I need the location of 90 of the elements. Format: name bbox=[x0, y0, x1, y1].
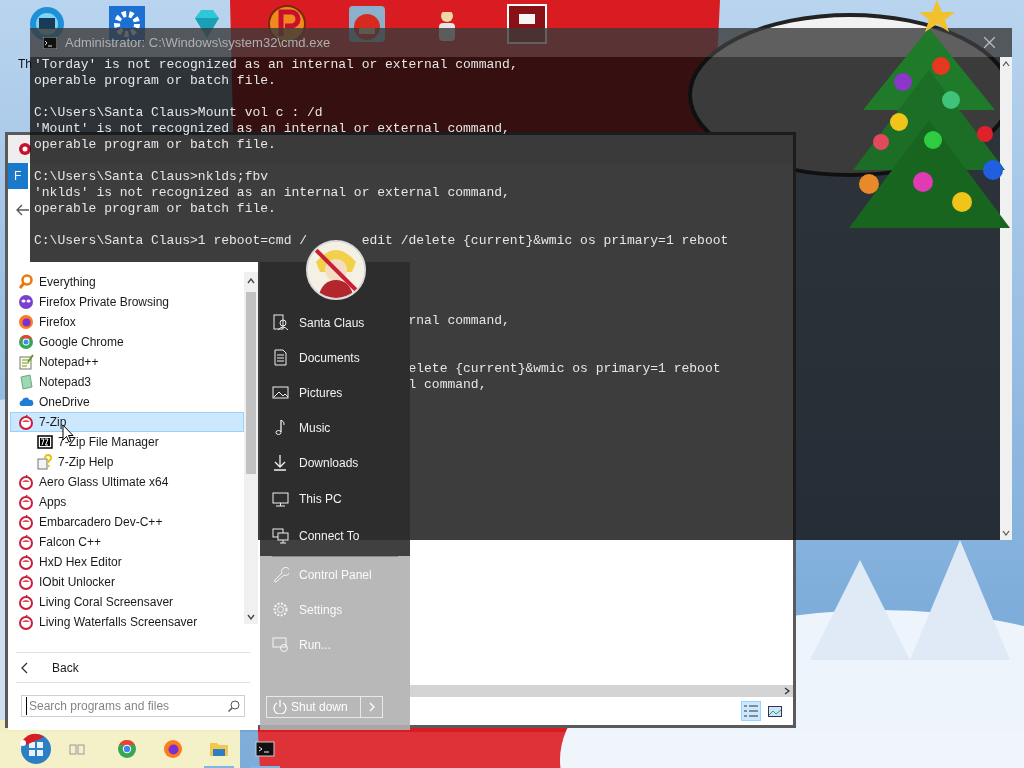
apple-icon bbox=[18, 594, 34, 610]
program-item[interactable]: Everything bbox=[10, 272, 244, 292]
console-icon bbox=[43, 36, 57, 49]
monitor-icon bbox=[272, 490, 289, 508]
apple-icon bbox=[18, 514, 34, 530]
program-item[interactable]: Firefox bbox=[10, 312, 244, 332]
chevron-left-icon bbox=[20, 661, 28, 674]
program-item[interactable]: Falcon C++ bbox=[10, 532, 244, 552]
apple-icon bbox=[18, 574, 34, 590]
firefox-icon bbox=[18, 314, 34, 330]
console-line: C:\Users\Santa Claus>Mount vol c : /d bbox=[34, 105, 323, 121]
user-icon bbox=[272, 314, 289, 331]
apple-icon bbox=[18, 534, 34, 550]
start-menu-item[interactable]: Connect To bbox=[260, 518, 410, 553]
large-icons-view-icon bbox=[768, 705, 782, 717]
program-item[interactable]: Embarcadero Dev-C++ bbox=[10, 512, 244, 532]
notepad-icon bbox=[18, 354, 34, 370]
file-tab[interactable]: F bbox=[8, 163, 28, 189]
scroll-up-icon[interactable] bbox=[1002, 61, 1010, 67]
scrollbar-thumb[interactable] bbox=[246, 292, 256, 474]
program-item[interactable]: Living Waterfalls Screensaver bbox=[10, 612, 244, 632]
search-icon bbox=[228, 700, 240, 712]
scroll-up-icon[interactable] bbox=[247, 278, 255, 284]
console-line: 'Mount' is not recognized as an internal or external command, bbox=[34, 121, 510, 137]
back-arrow-icon[interactable] bbox=[16, 204, 30, 216]
console-line: 'nklds' is not recognized as an internal or external command, bbox=[34, 185, 510, 201]
apple-icon bbox=[18, 614, 34, 630]
program-item[interactable]: Firefox Private Browsing bbox=[10, 292, 244, 312]
start-menu-item[interactable]: Music bbox=[260, 410, 410, 445]
mask-icon bbox=[18, 294, 34, 310]
vertical-scrollbar[interactable] bbox=[244, 272, 258, 624]
search-field[interactable]: Search programs and files bbox=[21, 695, 245, 717]
run-icon bbox=[272, 636, 289, 653]
chrome-icon bbox=[117, 739, 137, 759]
console-line: elete {current}&wmic os primary=1 reboot bbox=[408, 361, 721, 377]
program-item[interactable]: 7-Zip Help bbox=[10, 452, 244, 472]
wrench-icon bbox=[272, 566, 289, 583]
program-item[interactable]: IObit Unlocker bbox=[10, 572, 244, 592]
program-item[interactable]: 7-Zip bbox=[10, 412, 244, 432]
apple-icon bbox=[18, 474, 34, 490]
program-item[interactable]: Aero Glass Ultimate x64 bbox=[10, 472, 244, 492]
chrome-icon bbox=[18, 334, 34, 350]
close-icon bbox=[983, 37, 995, 48]
archive-icon bbox=[37, 434, 53, 450]
program-item[interactable]: Google Chrome bbox=[10, 332, 244, 352]
power-icon bbox=[273, 700, 287, 714]
console-line: C:\Users\Santa Claus>nklds;fbv bbox=[34, 169, 269, 185]
program-item[interactable]: Notepad++ bbox=[10, 352, 244, 372]
program-item[interactable]: HxD Hex Editor bbox=[10, 552, 244, 572]
details-view-icon bbox=[744, 705, 758, 717]
notepad-icon bbox=[18, 374, 34, 390]
window-title: Administrator: C:\Windows\system32\cmd.exe bbox=[65, 33, 331, 52]
scroll-right-icon[interactable] bbox=[783, 687, 791, 695]
program-item[interactable]: Apps bbox=[10, 492, 244, 512]
vertical-scrollbar[interactable] bbox=[1000, 57, 1012, 540]
magnifier-icon bbox=[18, 274, 34, 290]
start-orb-icon bbox=[18, 731, 54, 767]
start-menu-item[interactable]: Santa Claus bbox=[260, 305, 410, 340]
disk-app-icon bbox=[18, 142, 32, 156]
apple-icon bbox=[18, 414, 34, 430]
console-line: operable program or batch file. bbox=[34, 73, 276, 89]
console-line: edit /delete {current}&wmic os primary=1 reboot bbox=[361, 233, 729, 249]
console-line: operable program or batch file. bbox=[34, 201, 276, 217]
console-line: 'Torday' is not recognized as an internal or external command, bbox=[34, 57, 518, 73]
scroll-down-icon[interactable] bbox=[247, 614, 255, 620]
scroll-down-icon[interactable] bbox=[1002, 530, 1010, 536]
console-line: rnal command, bbox=[408, 313, 510, 329]
start-menu-item[interactable]: Documents bbox=[260, 340, 410, 375]
program-item[interactable]: Living Coral Screensaver bbox=[10, 592, 244, 612]
apple-icon bbox=[18, 494, 34, 510]
help-file-icon bbox=[37, 454, 53, 470]
picture-icon bbox=[272, 384, 289, 401]
console-line: C:\Users\Santa Claus>1 reboot=cmd / bbox=[34, 233, 308, 249]
back-button[interactable]: Back bbox=[16, 658, 79, 677]
start-menu-item[interactable]: Downloads bbox=[260, 445, 410, 480]
horizontal-scrollbar[interactable] bbox=[410, 685, 793, 697]
start-menu-item[interactable]: Pictures bbox=[260, 375, 410, 410]
chevron-right-icon bbox=[368, 702, 375, 712]
program-item[interactable]: OneDrive bbox=[10, 392, 244, 412]
start-menu-item[interactable]: This PC bbox=[260, 480, 410, 518]
console-line: l command, bbox=[408, 377, 487, 393]
firefox-icon bbox=[163, 739, 183, 759]
download-icon bbox=[272, 454, 289, 471]
settings-icon bbox=[272, 601, 289, 618]
apple-icon bbox=[18, 554, 34, 570]
console-icon bbox=[255, 739, 275, 759]
document-icon bbox=[272, 349, 289, 366]
console-line: operable program or batch file. bbox=[34, 137, 276, 153]
program-item[interactable]: Notepad3 bbox=[10, 372, 244, 392]
network-icon bbox=[272, 527, 289, 544]
